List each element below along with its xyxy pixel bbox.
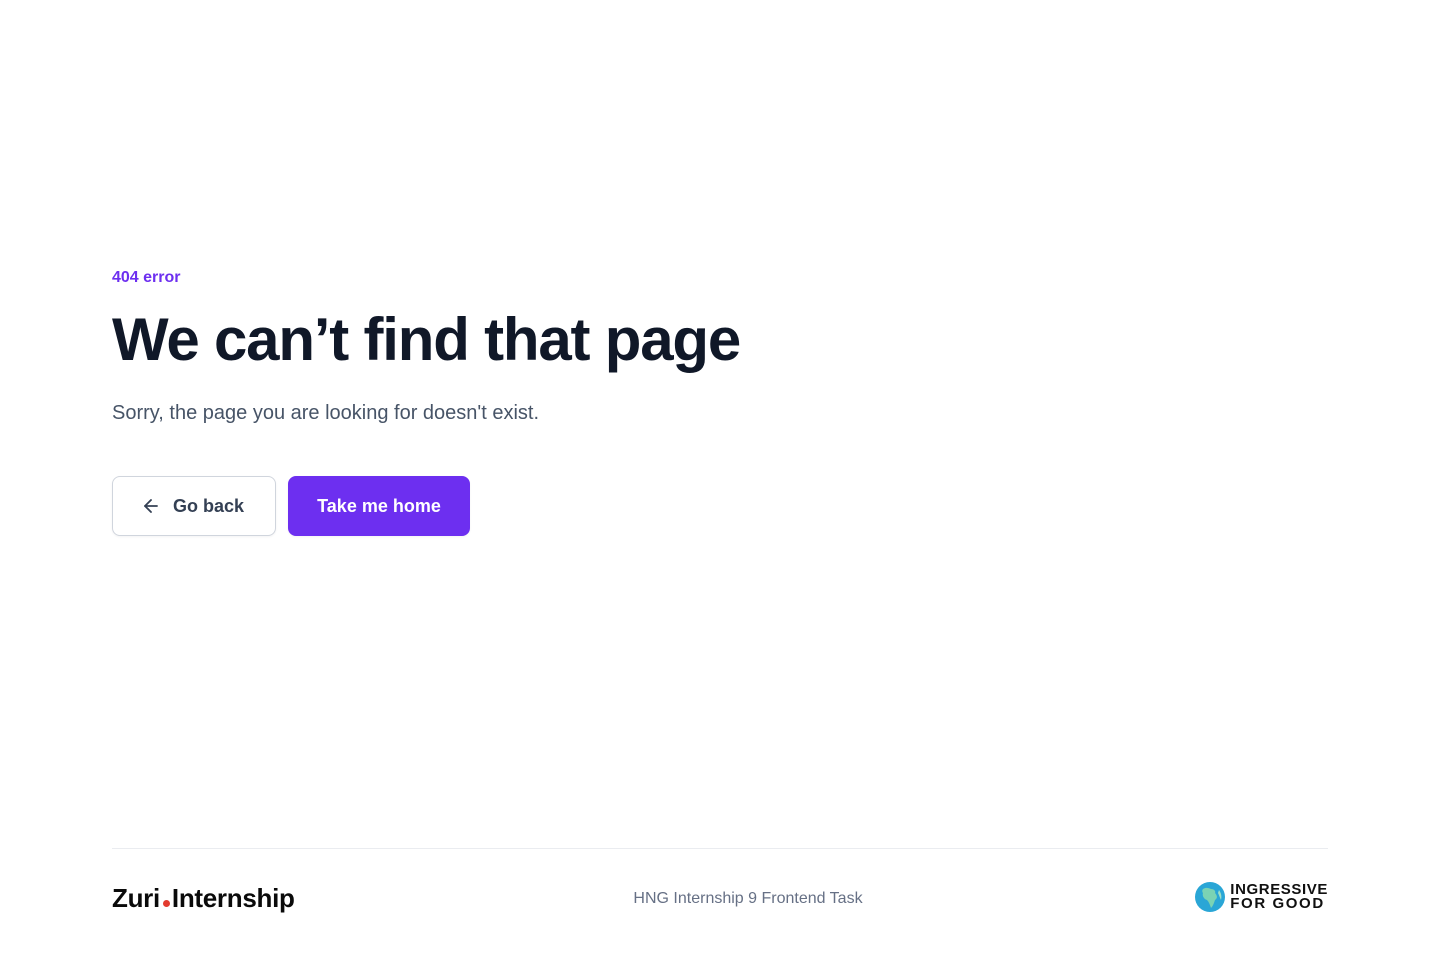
footer-caption: HNG Internship 9 Frontend Task [633, 890, 863, 907]
arrow-left-icon [144, 499, 158, 513]
ingressive-logo-text: INGRESSIVE FOR GOOD [1230, 882, 1328, 912]
go-back-label: Go back [173, 495, 245, 516]
error-description: Sorry, the page you are looking for does… [112, 402, 540, 424]
take-me-home-label: Take me home [317, 495, 441, 516]
go-back-button[interactable]: Go back [112, 476, 276, 536]
ingressive-line-2: FOR GOOD [1230, 895, 1325, 912]
error-content: 404 error We can’t find that page Sorry,… [112, 266, 741, 536]
page: 404 error We can’t find that page Sorry,… [0, 0, 1440, 960]
action-buttons: Go back Take me home [112, 476, 740, 536]
page-title: We can’t find that page [112, 306, 741, 373]
take-me-home-button[interactable]: Take me home [288, 476, 470, 536]
footer-row: Zuri Internship HNG Internship 9 Frontend… [112, 881, 1328, 913]
globe-africa-icon [1195, 882, 1226, 912]
error-code-label: 404 error [112, 269, 181, 286]
ingressive-for-good-logo[interactable]: INGRESSIVE FOR GOOD [1194, 881, 1328, 913]
footer: Zuri Internship HNG Internship 9 Frontend… [112, 848, 1328, 960]
